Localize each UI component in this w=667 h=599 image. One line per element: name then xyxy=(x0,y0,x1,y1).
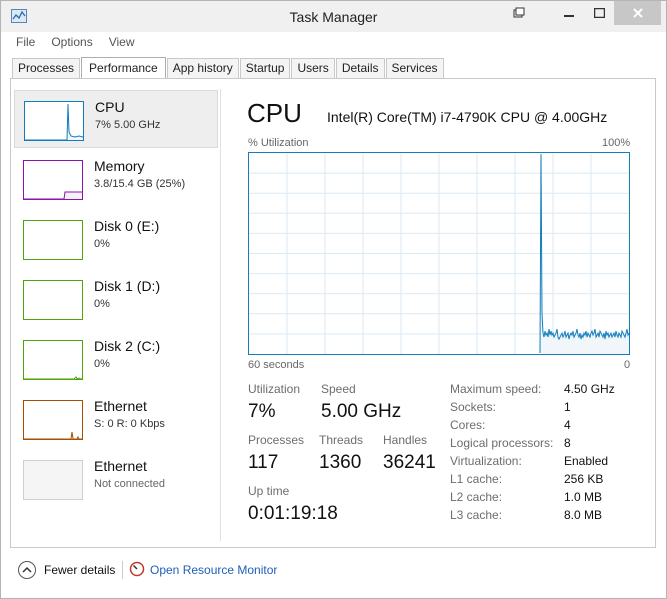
spec-value-cores: 4 xyxy=(564,418,571,432)
panel-divider[interactable] xyxy=(220,89,221,541)
disk2-thumbnail-graph xyxy=(23,340,83,380)
memory-thumbnail-graph xyxy=(23,160,83,200)
disk0-thumbnail-graph xyxy=(23,220,83,260)
sidebar-item-cpu[interactable]: CPU 7% 5.00 GHz xyxy=(14,90,218,148)
sidebar-disk2-name: Disk 2 (C:) xyxy=(94,338,161,354)
sidebar-cpu-name: CPU xyxy=(95,99,125,115)
menu-options[interactable]: Options xyxy=(43,33,100,53)
sidebar-item-disk1[interactable]: Disk 1 (D:) 0% xyxy=(14,270,218,328)
tab-processes[interactable]: Processes xyxy=(12,58,81,78)
sidebar-item-memory[interactable]: Memory 3.8/15.4 GB (25%) xyxy=(14,150,218,208)
utilization-value: 7% xyxy=(248,401,276,422)
processes-value: 117 xyxy=(248,452,279,473)
footer-bar: Fewer details Open Resource Monitor xyxy=(1,553,666,593)
uptime-value: 0:01:19:18 xyxy=(248,503,338,524)
restore-icon[interactable] xyxy=(506,1,532,25)
spec-value-l2-cache: 1.0 MB xyxy=(564,490,603,504)
resource-monitor-icon[interactable] xyxy=(129,561,145,577)
processes-label: Processes xyxy=(248,433,305,447)
title-bar[interactable]: Task Manager xyxy=(1,1,666,32)
sidebar-cpu-sub: 7% 5.00 GHz xyxy=(95,119,161,131)
tab-strip: Processes Performance App history Startu… xyxy=(12,56,445,79)
tab-details[interactable]: Details xyxy=(335,58,385,78)
cpu-utilization-graph xyxy=(248,152,630,355)
threads-label: Threads xyxy=(319,433,364,447)
spec-value-l1-cache: 256 KB xyxy=(564,472,604,486)
threads-value: 1360 xyxy=(319,452,362,473)
spec-label-cores: Cores: xyxy=(450,418,486,432)
ethernet-disconnected-thumbnail xyxy=(23,460,83,500)
spec-label-l1-cache: L1 cache: xyxy=(450,472,503,486)
spec-label-max-speed: Maximum speed: xyxy=(450,382,542,396)
task-manager-window: Task Manager File Options View Processes… xyxy=(0,0,667,599)
spec-label-l2-cache: L2 cache: xyxy=(450,490,503,504)
sidebar-item-disk2[interactable]: Disk 2 (C:) 0% xyxy=(14,330,218,388)
spec-label-virtualization: Virtualization: xyxy=(450,454,522,468)
graph-y-label: % Utilization xyxy=(248,137,309,149)
sidebar-memory-sub: 3.8/15.4 GB (25%) xyxy=(94,178,186,190)
sidebar-item-ethernet-disconnected[interactable]: Ethernet Not connected xyxy=(14,450,218,508)
maximize-button[interactable] xyxy=(584,1,614,25)
tab-startup[interactable]: Startup xyxy=(239,58,291,78)
sidebar-disk0-name: Disk 0 (E:) xyxy=(94,218,160,234)
graph-y-max-label: 100% xyxy=(602,137,631,149)
chevron-up-icon[interactable] xyxy=(18,561,36,579)
close-button[interactable] xyxy=(614,1,661,25)
minimize-button[interactable] xyxy=(554,1,584,25)
spec-label-logical-processors: Logical processors: xyxy=(450,436,554,450)
tab-performance[interactable]: Performance xyxy=(81,57,166,79)
sidebar-ethernet-name: Ethernet xyxy=(94,398,147,414)
sidebar-memory-name: Memory xyxy=(94,158,145,174)
sidebar-disk0-sub: 0% xyxy=(94,238,110,250)
tab-services[interactable]: Services xyxy=(385,58,444,78)
page-title: CPU xyxy=(247,98,302,128)
spec-label-sockets: Sockets: xyxy=(450,400,497,414)
spec-value-logical-processors: 8 xyxy=(564,436,571,450)
sidebar-disk2-sub: 0% xyxy=(94,358,110,370)
sidebar-item-ethernet[interactable]: Ethernet S: 0 R: 0 Kbps xyxy=(14,390,218,448)
handles-value: 36241 xyxy=(383,452,436,473)
menu-file[interactable]: File xyxy=(1,33,43,53)
menu-view[interactable]: View xyxy=(101,33,143,53)
graph-x-end-label: 0 xyxy=(624,359,631,371)
speed-label: Speed xyxy=(321,382,356,396)
sidebar-ethernet2-sub: Not connected xyxy=(94,478,165,490)
utilization-label: Utilization xyxy=(248,382,301,396)
footer-separator xyxy=(122,561,123,579)
cpu-thumbnail-graph xyxy=(24,101,84,141)
tab-app-history[interactable]: App history xyxy=(166,58,239,78)
fewer-details-button[interactable]: Fewer details xyxy=(44,563,115,577)
uptime-label: Up time xyxy=(248,484,290,498)
spec-label-l3-cache: L3 cache: xyxy=(450,508,503,522)
speed-value: 5.00 GHz xyxy=(321,401,402,422)
sidebar-item-disk0[interactable]: Disk 0 (E:) 0% xyxy=(14,210,218,268)
disk1-thumbnail-graph xyxy=(23,280,83,320)
sidebar-ethernet-sub: S: 0 R: 0 Kbps xyxy=(94,418,165,430)
graph-x-label: 60 seconds xyxy=(248,359,305,371)
sidebar-ethernet2-name: Ethernet xyxy=(94,458,147,474)
tab-users[interactable]: Users xyxy=(291,58,335,78)
sidebar-disk1-name: Disk 1 (D:) xyxy=(94,278,161,294)
handles-label: Handles xyxy=(383,433,428,447)
cpu-graph-svg xyxy=(249,153,630,354)
ethernet-thumbnail-graph xyxy=(23,400,83,440)
spec-value-max-speed: 4.50 GHz xyxy=(564,382,615,396)
menu-bar: File Options View xyxy=(1,33,143,53)
open-resource-monitor-link[interactable]: Open Resource Monitor xyxy=(150,563,277,577)
processor-name: Intel(R) Core(TM) i7-4790K CPU @ 4.00GHz xyxy=(327,109,608,125)
spec-value-sockets: 1 xyxy=(564,400,571,414)
sidebar-disk1-sub: 0% xyxy=(94,298,110,310)
spec-value-l3-cache: 8.0 MB xyxy=(564,508,603,522)
spec-value-virtualization: Enabled xyxy=(564,454,609,468)
